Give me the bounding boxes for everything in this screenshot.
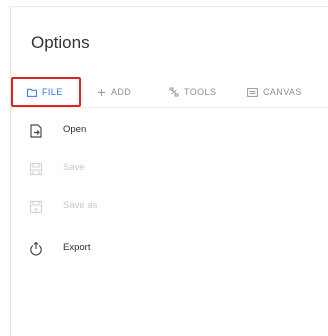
tab-file-label: FILE <box>42 87 63 97</box>
panel-title: Options <box>31 33 90 52</box>
menu-item-export[interactable]: Export <box>11 231 328 267</box>
menu-item-export-label: Export <box>63 242 91 253</box>
tab-bar: FILE ADD TOOLS CANVAS <box>11 77 328 107</box>
plus-icon <box>97 88 106 97</box>
tools-icon <box>169 87 179 97</box>
tab-add-label: ADD <box>111 87 132 97</box>
save-icon <box>28 161 44 177</box>
canvas-icon <box>247 87 258 97</box>
folder-icon <box>27 88 37 97</box>
tab-file[interactable]: FILE <box>11 77 81 107</box>
menu-item-open[interactable]: Open <box>11 113 328 149</box>
tab-canvas-label: CANVAS <box>263 87 302 97</box>
menu-item-save-label: Save <box>63 162 85 173</box>
menu-item-open-label: Open <box>63 124 87 135</box>
export-icon <box>28 241 44 257</box>
save-as-icon <box>28 199 44 215</box>
menu-item-save-as-label: Save as <box>63 200 98 211</box>
open-file-icon <box>28 123 44 139</box>
options-panel: Options FILE ADD TOOLS CANVAS Open Save … <box>10 6 328 336</box>
menu-item-save-as: Save as <box>11 189 328 225</box>
menu-item-save: Save <box>11 151 328 187</box>
tab-tools[interactable]: TOOLS <box>169 77 216 107</box>
tab-divider <box>11 107 328 108</box>
tab-canvas[interactable]: CANVAS <box>247 77 302 107</box>
tab-add[interactable]: ADD <box>97 77 131 107</box>
tab-tools-label: TOOLS <box>184 87 217 97</box>
